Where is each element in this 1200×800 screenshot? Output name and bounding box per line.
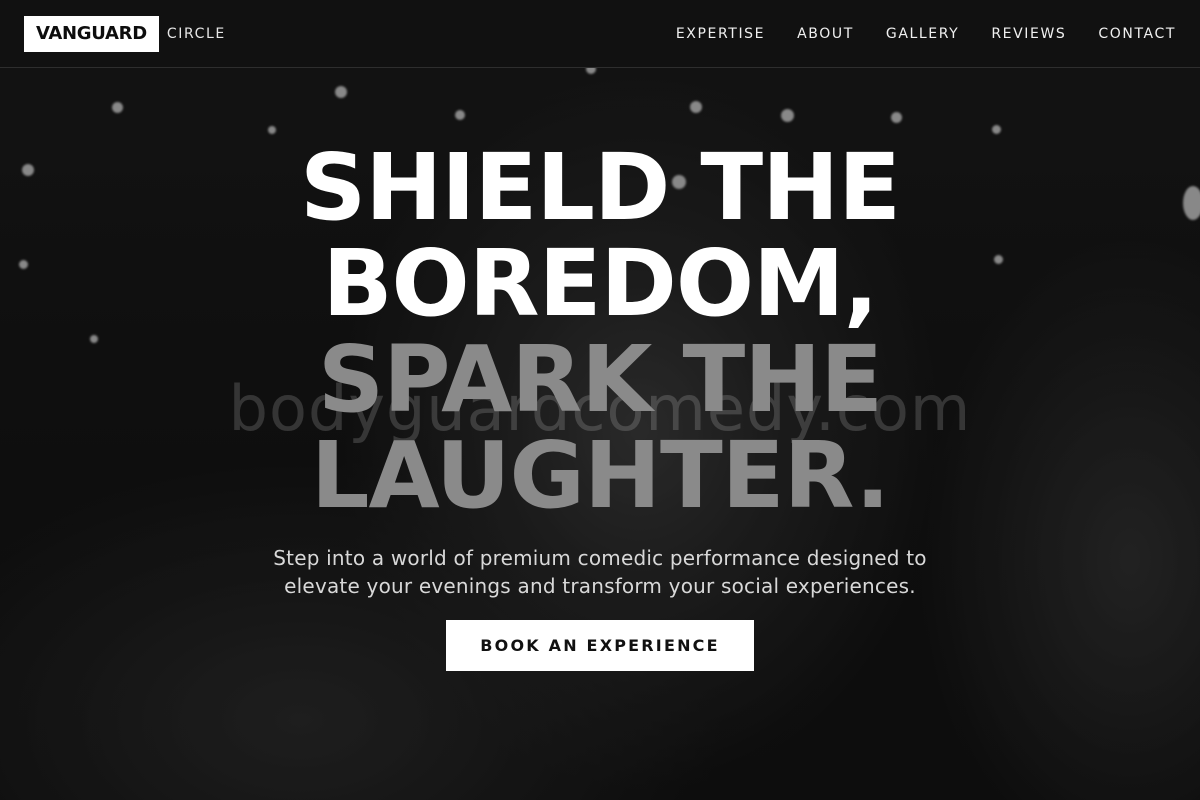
brand-name: VANGUARD xyxy=(24,16,159,52)
headline-line-4: LAUGHTER. xyxy=(310,422,890,529)
headline-line-2: BOREDOM, xyxy=(322,230,878,337)
nav-link-contact[interactable]: CONTACT xyxy=(1098,26,1176,42)
nav-link-gallery[interactable]: GALLERY xyxy=(886,26,959,42)
page: bodyguardcomedy.com VANGUARD CIRCLE EXPE… xyxy=(0,0,1200,800)
headline-line-1: SHIELD THE xyxy=(300,134,901,241)
nav-menu: EXPERTISE ABOUT GALLERY REVIEWS CONTACT xyxy=(676,0,1176,68)
book-experience-button[interactable]: BOOK AN EXPERIENCE xyxy=(446,620,754,671)
hero-section: SHIELD THE BOREDOM, SPARK THE LAUGHTER. … xyxy=(0,140,1200,671)
hero-subtext: Step into a world of premium comedic per… xyxy=(273,546,927,598)
nav-link-expertise[interactable]: EXPERTISE xyxy=(676,26,765,42)
brand-suffix: CIRCLE xyxy=(166,26,226,42)
hero-headline: SHIELD THE BOREDOM, SPARK THE LAUGHTER. xyxy=(0,140,1200,524)
headline-line-3: SPARK THE xyxy=(317,326,883,433)
nav-link-about[interactable]: ABOUT xyxy=(797,26,854,42)
navbar: VANGUARD CIRCLE EXPERTISE ABOUT GALLERY … xyxy=(0,0,1200,68)
nav-link-reviews[interactable]: REVIEWS xyxy=(991,26,1066,42)
brand-logo[interactable]: VANGUARD CIRCLE xyxy=(24,16,226,52)
